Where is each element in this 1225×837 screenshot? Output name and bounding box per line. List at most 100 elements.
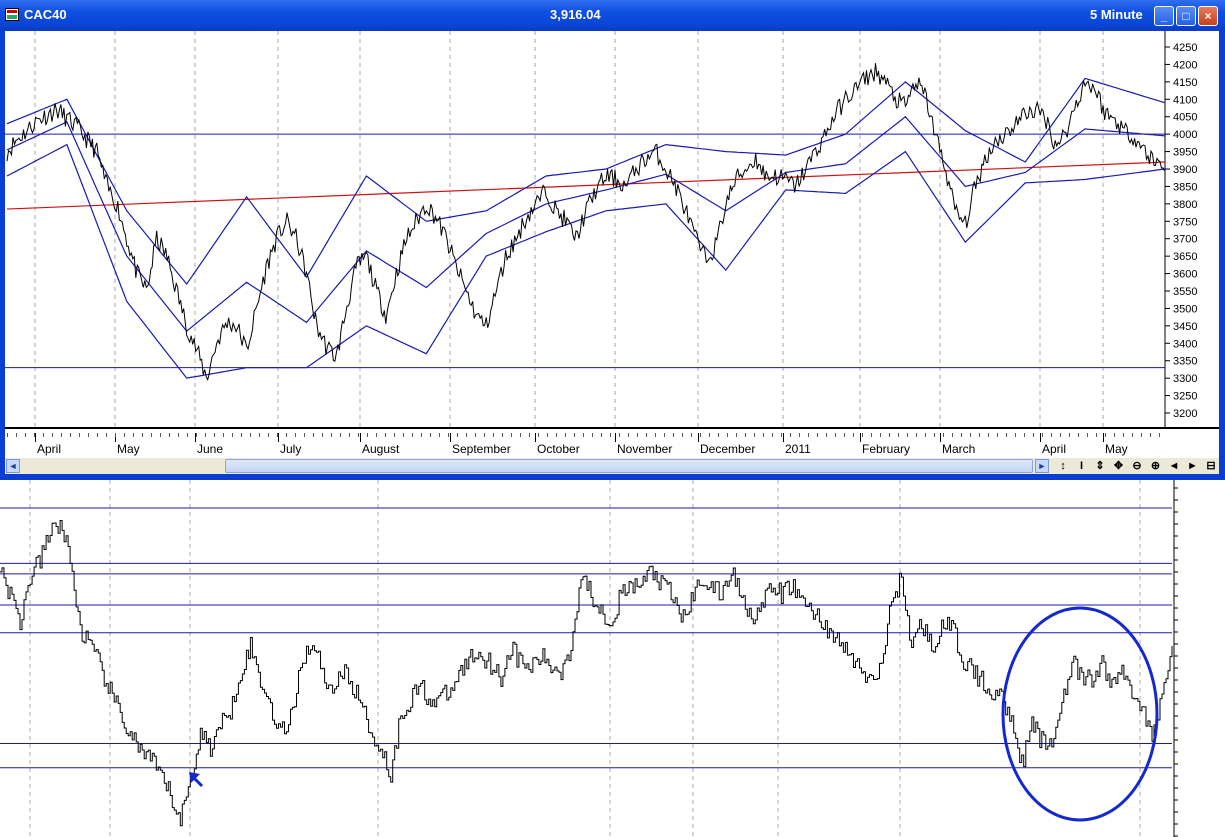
minor-tick	[475, 433, 476, 437]
minor-tick	[826, 433, 827, 437]
minor-tick	[250, 433, 251, 437]
scroll-left-button[interactable]: ◄	[6, 459, 20, 473]
price-chart[interactable]: 4250 4200 4150 4100 4050 4000 3950 3900 3850 3800…	[5, 31, 1219, 427]
price-axis-label: 3950	[1173, 147, 1197, 159]
price-chart-svg: 4250 4200 4150 4100 4050 4000 3950 3900 3850 3800…	[5, 31, 1197, 427]
minor-tick	[1051, 433, 1052, 437]
maximize-button[interactable]: □	[1176, 6, 1196, 26]
chart-tool-8[interactable]: ⊟	[1203, 459, 1219, 473]
minor-tick	[421, 433, 422, 437]
chart-tool-0[interactable]: ↕	[1055, 459, 1071, 473]
price-axis-label: 3500	[1173, 303, 1197, 315]
minor-tick	[97, 433, 98, 437]
time-axis-label: September	[452, 442, 511, 456]
minor-tick	[952, 433, 953, 437]
minor-tick	[313, 433, 314, 437]
time-tick	[1103, 433, 1104, 442]
price-axis-label: 3750	[1173, 216, 1197, 228]
time-axis-label: April	[37, 442, 62, 456]
price-line	[6, 63, 1165, 381]
chart-tool-5[interactable]: ⊕	[1148, 459, 1164, 473]
time-axis-label: 2011	[785, 442, 811, 456]
time-axis-label: October	[537, 442, 580, 456]
chart-scrollbar[interactable]: ◄ ► ↕ I ⇕ ✥ ⊖ ⊕ ◄ ► ⊟	[5, 458, 1219, 474]
minor-tick	[304, 433, 305, 437]
minor-tick	[637, 433, 638, 437]
minor-tick	[898, 433, 899, 437]
price-axis-label: 3900	[1173, 164, 1197, 176]
minor-tick	[196, 433, 197, 437]
minor-tick	[259, 433, 260, 437]
time-axis: April May June July August September October No…	[5, 427, 1219, 458]
chart-tool-2[interactable]: ⇕	[1092, 459, 1108, 473]
minor-tick	[556, 433, 557, 437]
minor-tick	[349, 433, 350, 437]
minor-tick	[43, 433, 44, 437]
minor-tick	[511, 433, 512, 437]
time-tick	[360, 433, 361, 442]
time-tick	[35, 433, 36, 442]
minor-tick	[241, 433, 242, 437]
time-axis-label: November	[617, 442, 673, 456]
minor-tick	[538, 433, 539, 437]
chart-tool-6[interactable]: ◄	[1166, 459, 1182, 473]
chart-tool-1[interactable]: I	[1074, 459, 1090, 473]
minor-tick	[997, 433, 998, 437]
minor-tick	[943, 433, 944, 437]
minor-tick	[817, 433, 818, 437]
time-tick	[278, 433, 279, 442]
price-axis-label: 3450	[1173, 321, 1197, 333]
price-axis-label: 3250	[1173, 391, 1197, 403]
trend-line	[6, 161, 1166, 210]
minor-tick	[1105, 433, 1106, 437]
time-tick	[940, 433, 941, 442]
minimize-button[interactable]: _	[1154, 6, 1174, 26]
minor-tick	[574, 433, 575, 437]
price-axis-label: 3400	[1173, 338, 1197, 350]
minor-tick	[1078, 433, 1079, 437]
price-axis-label: 4250	[1173, 42, 1197, 54]
scroll-thumb[interactable]	[225, 459, 1033, 473]
scroll-right-button[interactable]: ►	[1035, 459, 1049, 473]
minor-tick	[754, 433, 755, 437]
chart-tool-4[interactable]: ⊖	[1129, 459, 1145, 473]
indicator-line	[0, 520, 1173, 827]
minor-tick	[115, 433, 116, 437]
minor-tick	[889, 433, 890, 437]
minor-tick	[385, 433, 386, 437]
time-tick	[1040, 433, 1041, 442]
minor-tick	[673, 433, 674, 437]
minor-tick	[1015, 433, 1016, 437]
chart-tool-3[interactable]: ✥	[1111, 459, 1127, 473]
time-axis-label: May	[1105, 442, 1128, 456]
chart-tool-7[interactable]: ►	[1185, 459, 1201, 473]
minor-tick	[106, 433, 107, 437]
minor-tick	[133, 433, 134, 437]
interval-label: 5 Minute	[1090, 7, 1143, 22]
price-axis-label: 4000	[1173, 129, 1197, 141]
minor-tick	[565, 433, 566, 437]
minor-tick	[322, 433, 323, 437]
minor-tick	[214, 433, 215, 437]
minor-tick	[439, 433, 440, 437]
minor-tick	[862, 433, 863, 437]
minor-tick	[394, 433, 395, 437]
minor-tick	[871, 433, 872, 437]
close-button[interactable]: ×	[1198, 6, 1218, 26]
minor-tick	[628, 433, 629, 437]
minor-tick	[277, 433, 278, 437]
ellipse-highlight	[1001, 606, 1159, 822]
title-bar[interactable]: CAC40 3,916.04 5 Minute _ □ ×	[0, 0, 1225, 30]
minor-tick	[1159, 433, 1160, 437]
time-axis-label: February	[862, 442, 911, 456]
minor-tick	[763, 433, 764, 437]
minor-tick	[331, 433, 332, 437]
price-axis-label: 3800	[1173, 199, 1197, 211]
minor-tick	[772, 433, 773, 437]
minor-tick	[205, 433, 206, 437]
app-icon[interactable]	[5, 8, 19, 21]
time-tick	[698, 433, 699, 442]
time-tick	[535, 433, 536, 442]
minor-tick	[52, 433, 53, 437]
minor-tick	[736, 433, 737, 437]
